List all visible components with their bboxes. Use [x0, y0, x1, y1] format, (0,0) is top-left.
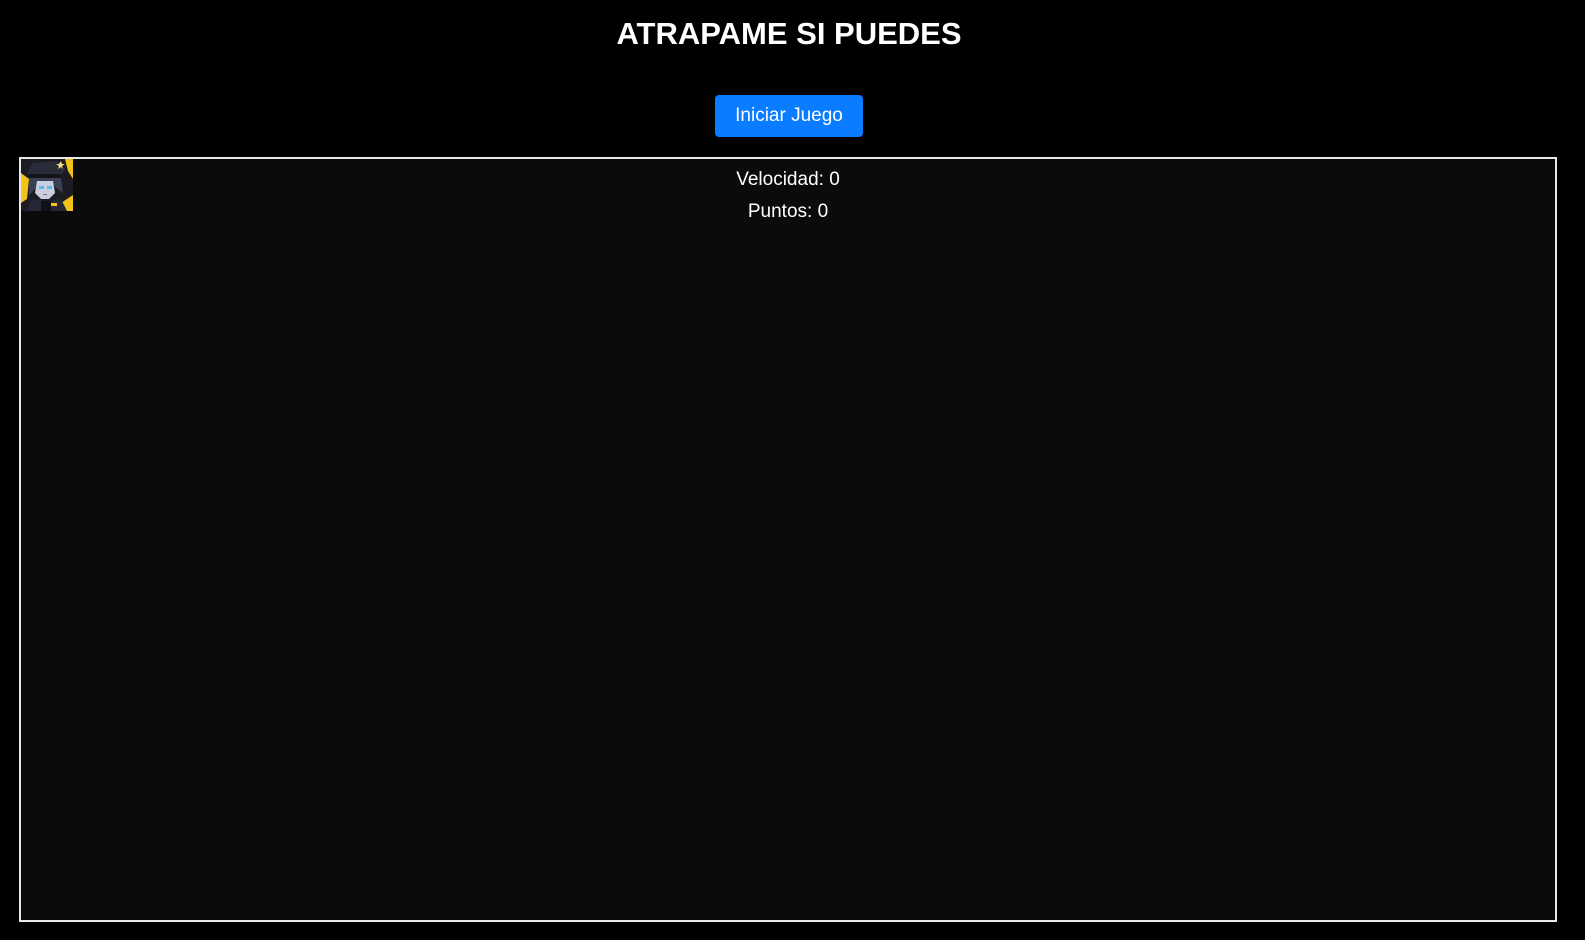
speed-display: Velocidad: 0 — [736, 169, 840, 190]
page-title: ATRAPAME SI PUEDES — [616, 16, 962, 51]
start-game-button[interactable]: Iniciar Juego — [715, 95, 863, 137]
game-area[interactable]: Velocidad: 0 Puntos: 0 — [19, 157, 1557, 922]
points-display: Puntos: 0 — [747, 201, 829, 222]
